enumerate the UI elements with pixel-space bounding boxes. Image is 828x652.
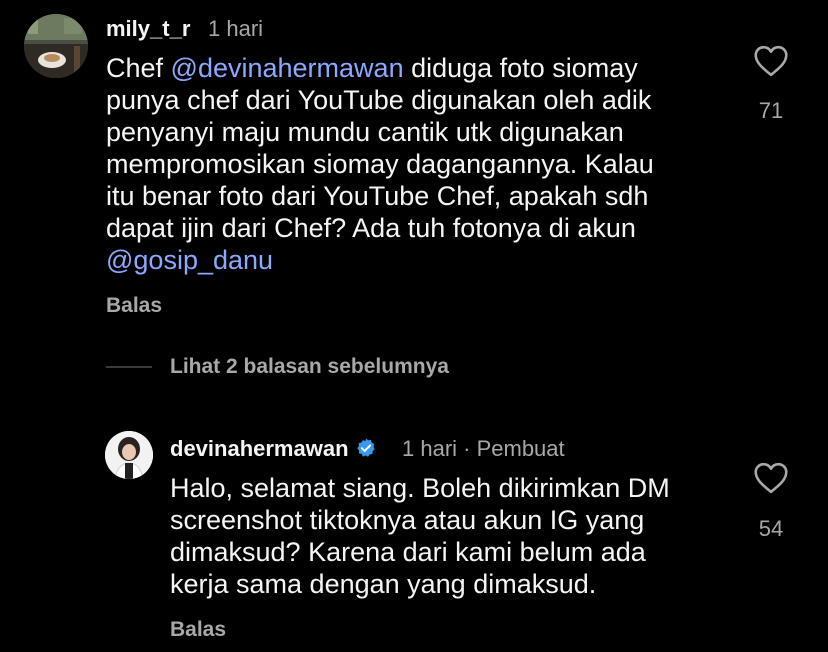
like-count: 71 [758,98,784,123]
view-previous-replies-button[interactable]: Lihat 2 balasan sebelumnya [170,355,449,379]
mention-link[interactable]: @gosip_danu [106,245,273,275]
reply-button[interactable]: Balas [170,618,226,642]
comment-text: Halo, selamat siang. Boleh dikirimkan DM… [170,473,670,599]
replies-divider [106,366,152,368]
avatar-photo [24,14,88,78]
comment-time-meta: 1 hari · Pembuat [402,436,565,461]
heart-icon[interactable] [753,45,789,77]
avatar-mily-t-r[interactable] [24,14,88,78]
avatar-devinahermawan[interactable] [105,431,153,479]
comment-time: 1 hari [208,16,264,41]
comment-username[interactable]: mily_t_r [106,16,190,42]
comment-text: Chef @devinahermawan diduga foto siomay … [106,52,726,276]
verified-badge-icon [356,438,375,457]
avatar-photo [105,431,153,479]
comment-text-part: Chef [106,53,171,83]
like-count: 54 [758,516,784,541]
heart-icon[interactable] [753,462,789,494]
reply-button[interactable]: Balas [106,294,162,318]
mention-link[interactable]: @devinahermawan [171,53,404,83]
username-text: devinahermawan [170,436,349,461]
comment-username[interactable]: devinahermawan [170,436,377,462]
